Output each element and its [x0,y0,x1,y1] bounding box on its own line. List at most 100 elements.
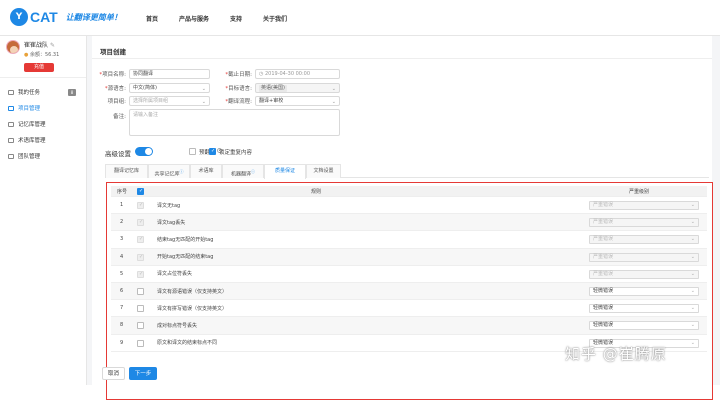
sidebar-item-projects[interactable]: 项目管理 [0,102,86,114]
rule-text: 译文tag丢失 [157,219,186,226]
tab-translation-memory[interactable]: 翻译记忆库 [105,164,148,178]
select-value: 中文(简体) [133,85,157,91]
textarea-placeholder: 请输入备注 [133,112,159,118]
pretranslate-checkbox[interactable] [189,148,196,155]
label-text: 项目组: [107,99,126,105]
label-text: 目标语言: [228,86,252,92]
tab-machine-translation[interactable]: 机器翻译ⓘ [222,164,264,178]
severity-select[interactable]: 严重错误 ⌄ [589,235,699,245]
row-index: 5 [120,270,124,277]
row-index: 9 [120,339,124,346]
sidebar-item-termbase[interactable]: 术语库管理 [0,134,86,146]
severity-select[interactable]: 轻微错误 ⌄ [589,287,699,296]
row-checkbox[interactable] [137,236,144,244]
project-group-select[interactable]: 选择所属项目组 ⌄ [129,96,210,106]
tab-document-settings[interactable]: 文档设置 [306,164,341,178]
sidebar-item-memory[interactable]: 记忆库管理 [0,118,86,130]
tab-label: 共享记忆库 [154,171,180,178]
header-index: 序号 [117,188,128,195]
severity-select[interactable]: 轻微错误 ⌄ [589,304,699,314]
qa-rules-panel: 序号 规则 严重级别 1译文无tag严重错误⌄2译文tag丢失严重错误⌄3结束t… [106,182,713,400]
deadline-label: *截止日期: [225,72,252,78]
row-index: 7 [120,305,124,312]
row-checkbox[interactable] [137,339,144,347]
severity-select[interactable]: 轻微错误 ⌄ [589,321,699,331]
coin-icon: ● [24,52,29,58]
team-name: 崔崔战队 ✎ [24,40,55,49]
row-checkbox[interactable] [137,202,144,209]
tab-label: 文档设置 [313,168,334,174]
rule-text: 译文无tag [157,202,181,209]
edit-icon[interactable]: ✎ [50,42,55,49]
target-lang-label: *目标语言: [225,86,252,92]
row-checkbox[interactable] [137,322,144,330]
row-checkbox[interactable] [137,253,144,261]
termbase-icon [8,137,14,143]
select-value: 翻译+审校 [259,98,284,104]
nav-support[interactable]: 支持 [230,14,242,23]
sidebar-item-team[interactable]: 团队管理 [0,150,86,162]
sidebar-item-my-tasks[interactable]: 我的任务 8 [0,86,86,98]
severity-select[interactable]: 严重错误 ⌄ [589,252,699,262]
tab-label: 术语库 [198,168,214,174]
sidebar-item-label: 团队管理 [18,154,41,160]
avatar[interactable] [6,40,20,54]
logo-text: CAT [30,9,58,25]
recharge-button[interactable]: 充值 [24,63,54,72]
chevron-down-icon: ⌄ [690,339,695,346]
select-all-checkbox[interactable] [137,188,144,195]
row-checkbox[interactable] [137,288,144,295]
header-severity: 严重级别 [629,188,650,195]
top-bar: Y CAT 让翻译更简单！ 首页 产品与服务 支持 关于我们 [0,0,720,36]
slogan: 让翻译更简单！ [65,11,122,22]
label-text: 项目名称: [102,72,126,78]
tab-termbase[interactable]: 术语库 [190,164,222,178]
recharge-label: 充值 [33,64,44,70]
logo[interactable]: Y CAT 让翻译更简单！ [10,8,122,26]
select-value: 轻微错误 [593,322,614,329]
advanced-settings-toggle[interactable] [135,147,153,156]
deadline-picker[interactable]: ◷ 2019-04-30 00:00 [255,69,340,79]
nav-about[interactable]: 关于我们 [263,14,287,23]
label-text: 源语言: [107,86,126,92]
select-value: 严重错误 [593,270,614,277]
workflow-select[interactable]: 翻译+审校 ⌄ [255,96,340,106]
chevron-down-icon: ⌄ [690,322,695,329]
tab-shared-memory[interactable]: 共享记忆库ⓘ [148,164,190,178]
team-name-text: 崔崔战队 [24,42,49,49]
rule-text: 译文有源语错误（仅支持英文） [157,288,228,295]
nav-products[interactable]: 产品与服务 [179,14,209,23]
tab-quality-assurance[interactable]: 质量保证 [264,164,306,179]
nav-home[interactable]: 首页 [146,14,158,23]
logo-mark: Y [10,8,28,26]
chevron-down-icon: ⌄ [690,202,695,208]
target-lang-select[interactable]: 英语(美国) ⌄ [255,83,340,93]
row-checkbox[interactable] [137,305,144,313]
row-checkbox[interactable] [137,270,144,278]
cancel-button[interactable]: 取消 [102,367,125,380]
tab-label: 翻译记忆库 [113,168,139,174]
project-name-input[interactable]: 协同翻译 [129,69,210,79]
severity-select[interactable]: 严重错误 ⌄ [589,201,699,210]
advanced-settings-label: 高级设置 [105,150,131,158]
source-lang-select[interactable]: 中文(简体) ⌄ [129,83,210,93]
row-checkbox[interactable] [137,219,144,227]
table-row: 8 成对标点符号丢失 轻微错误 ⌄ [111,317,707,335]
tab-label: 机器翻译 [230,171,251,178]
balance: ● 余额：56.31 [24,51,59,58]
severity-select[interactable]: 严重错误 ⌄ [589,218,699,228]
project-icon [8,105,14,111]
lock-repeat-checkbox[interactable] [209,148,216,155]
row-index: 1 [120,202,124,209]
chevron-down-icon: ⌄ [690,305,695,312]
button-label: 下一步 [134,371,152,377]
severity-select[interactable]: 严重错误 ⌄ [589,269,699,279]
remarks-textarea[interactable]: 请输入备注 [129,109,340,136]
table-row: 7 译文有拼写错误（仅支持英文） 轻微错误 ⌄ [111,300,707,318]
select-value: 严重错误 [593,253,614,260]
table-row: 3 结束tag无匹配的开始tag 严重错误 ⌄ [111,231,707,249]
lock-repeat-label: 锁定重复内容 [219,150,253,156]
next-button[interactable]: 下一步 [129,367,157,380]
sidebar-item-label: 项目管理 [18,106,41,112]
table-header: 序号 规则 严重级别 [111,186,707,197]
